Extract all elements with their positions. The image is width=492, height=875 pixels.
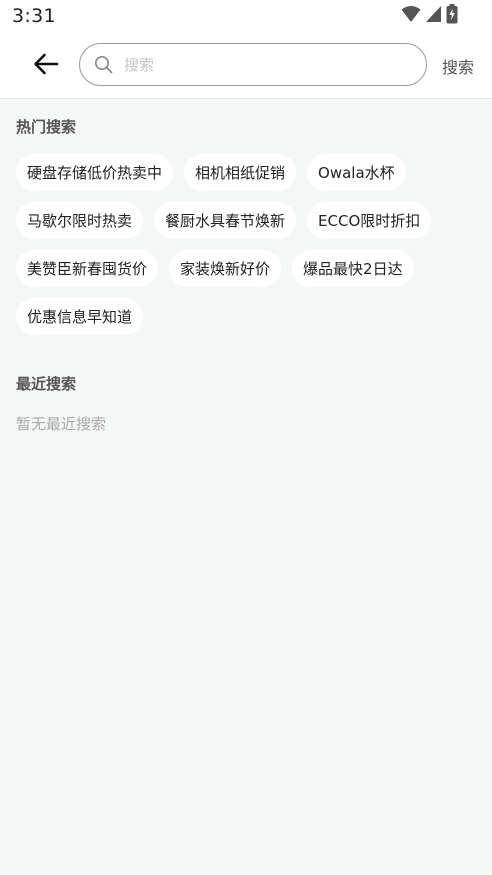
- hot-search-chip[interactable]: ECCO限时折扣: [307, 202, 432, 239]
- hot-search-chip[interactable]: 家装焕新好价: [169, 250, 282, 287]
- status-time: 3:31: [12, 5, 56, 27]
- recent-search-title: 最近搜索: [16, 375, 77, 393]
- status-icons: [401, 4, 458, 28]
- hot-search-chip[interactable]: 爆品最快2日达: [292, 250, 414, 287]
- hot-search-chip[interactable]: 美赞臣新春囤货价: [16, 250, 159, 287]
- hot-search-title: 热门搜索: [16, 118, 77, 136]
- search-input[interactable]: [122, 54, 406, 75]
- back-button[interactable]: [28, 48, 64, 84]
- search-icon: [94, 55, 114, 75]
- hot-search-chip[interactable]: 马歇尔限时热卖: [16, 202, 144, 239]
- wifi-icon: [401, 5, 421, 27]
- hot-search-chip[interactable]: 餐厨水具春节焕新: [154, 202, 297, 239]
- hot-search-chip[interactable]: Owala水杯: [307, 154, 406, 191]
- battery-charging-icon: [446, 4, 458, 28]
- hot-search-chip[interactable]: 优惠信息早知道: [16, 298, 144, 335]
- hot-search-list: 硬盘存储低价热卖中 相机相纸促销 Owala水杯 马歇尔限时热卖 餐厨水具春节焕…: [16, 154, 476, 335]
- cellular-signal-icon: [425, 5, 442, 27]
- recent-search-empty-text: 暂无最近搜索: [16, 415, 107, 433]
- search-box[interactable]: [79, 43, 427, 86]
- arrow-left-icon: [33, 53, 59, 79]
- search-header: 搜索: [0, 34, 492, 99]
- hot-search-chip[interactable]: 硬盘存储低价热卖中: [16, 154, 174, 191]
- search-button[interactable]: 搜索: [442, 54, 474, 78]
- hot-search-chip[interactable]: 相机相纸促销: [184, 154, 297, 191]
- status-bar: 3:31: [0, 0, 492, 34]
